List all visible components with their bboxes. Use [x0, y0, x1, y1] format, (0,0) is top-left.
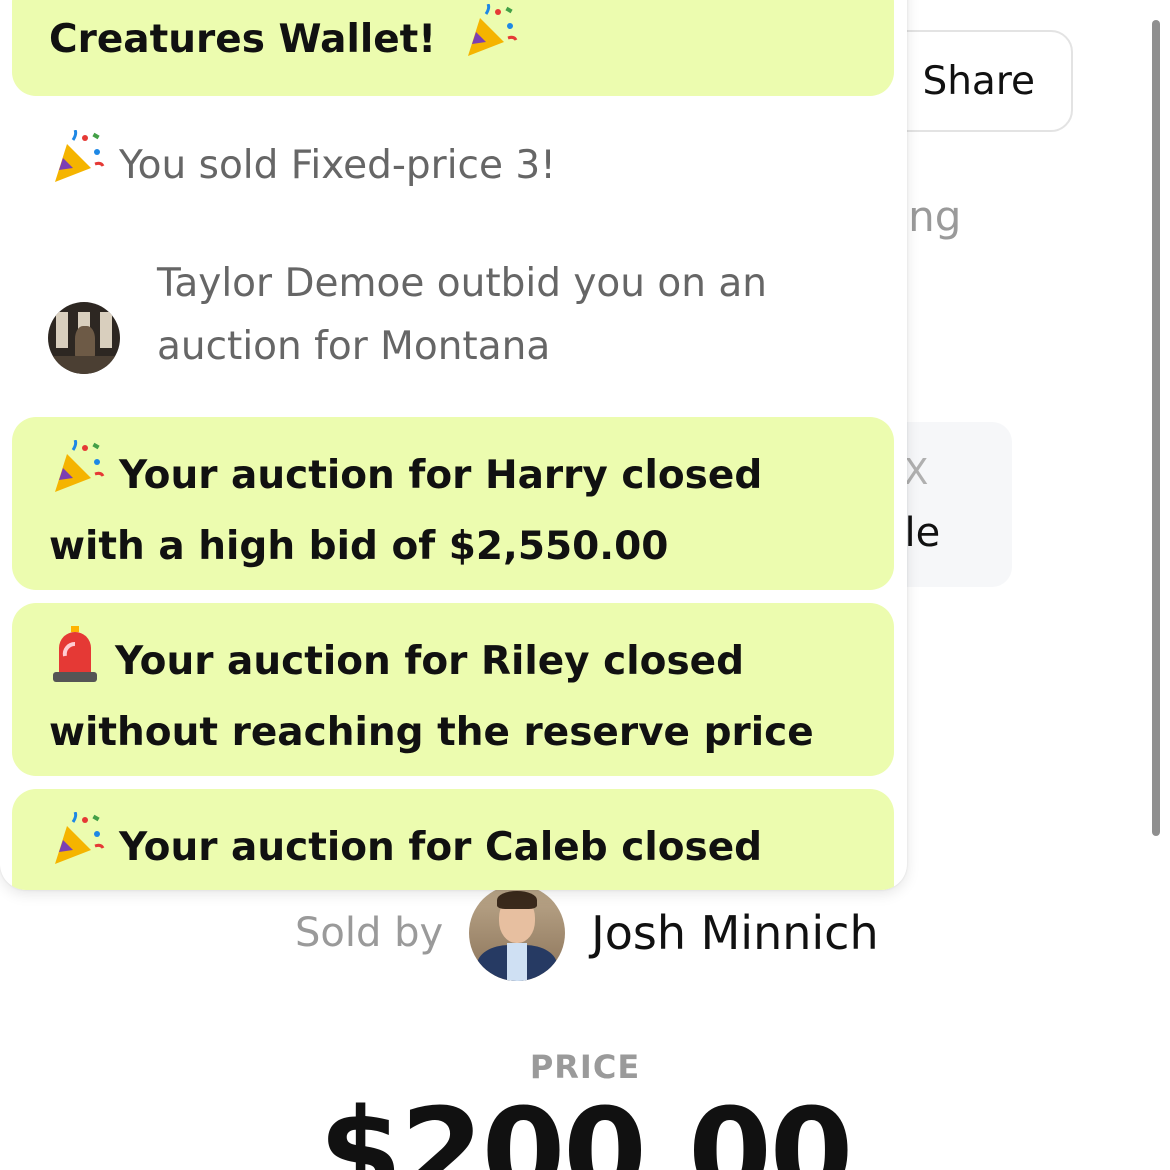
notification-text: Creatures Wallet! [49, 17, 437, 62]
notification-item[interactable]: Your auction for Riley closed without re… [12, 603, 894, 776]
notification-item[interactable]: Your auction for Caleb closed with a [12, 789, 894, 890]
notification-item[interactable]: Taylor Demoe outbid you on an auction fo… [12, 252, 894, 382]
notification-text: Taylor Demoe outbid you on an auction fo… [157, 261, 768, 369]
notification-text: You sold Fixed-price 3! [119, 143, 556, 188]
sold-by-label: Sold by [295, 910, 444, 956]
seller-avatar[interactable] [469, 885, 566, 981]
price-label: PRICE [529, 1048, 641, 1086]
notification-text: Your auction for Riley closed without re… [49, 639, 814, 755]
sold-by-row: Sold by Josh Minnich [295, 885, 879, 981]
notification-item[interactable]: Your auction for Harry closed with a hig… [12, 417, 894, 590]
avatar [48, 302, 120, 374]
scrollbar[interactable] [1152, 20, 1160, 836]
notification-text: Your auction for Harry closed with a hig… [49, 453, 763, 569]
notifications-dropdown: Creatures Wallet! You sold Fixed-price 3… [0, 0, 907, 890]
siren-icon [49, 626, 101, 701]
party-popper-icon [462, 3, 518, 79]
notification-item[interactable]: Creatures Wallet! [12, 0, 894, 96]
seller-name[interactable]: Josh Minnich [591, 906, 878, 960]
share-label: Share [922, 58, 1035, 104]
party-popper-icon [49, 129, 105, 205]
screen: Share ting EX ale Sold by Josh Minnich P… [0, 0, 1170, 1170]
party-popper-icon [49, 439, 105, 515]
notification-item[interactable]: You sold Fixed-price 3! [12, 129, 894, 196]
notification-text: Your auction for Caleb closed with a [119, 825, 763, 870]
party-popper-icon [49, 811, 105, 887]
price-value: $200.00 [318, 1084, 854, 1170]
share-button[interactable]: Share [880, 30, 1073, 132]
